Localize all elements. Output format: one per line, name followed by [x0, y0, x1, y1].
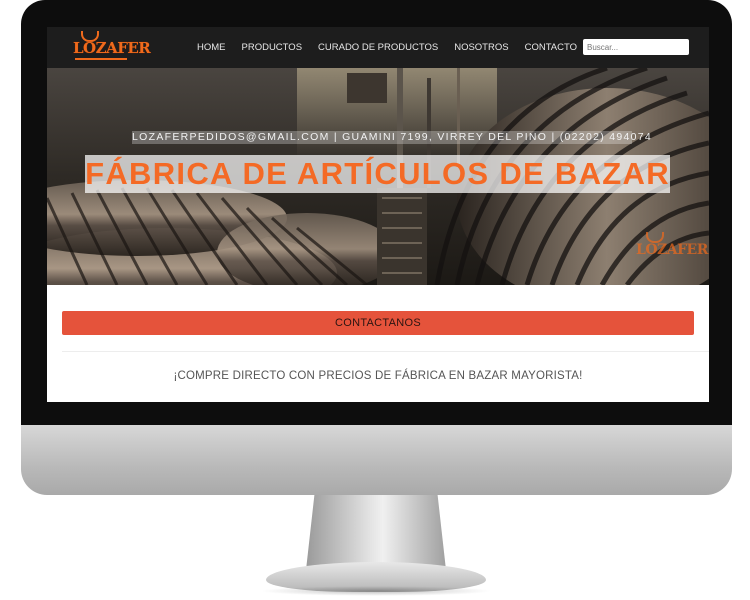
main-menu: HOME PRODUCTOS CURADO DE PRODUCTOS NOSOT… — [197, 27, 593, 68]
nav-item-nosotros[interactable]: NOSOTROS — [454, 42, 508, 53]
hero-contact-info: LOZAFERPEDIDOS@GMAIL.COM | GUAMINI 7199,… — [132, 131, 653, 144]
nav-item-productos[interactable]: PRODUCTOS — [242, 42, 303, 53]
top-navbar: LOZAFER HOME PRODUCTOS CURADO DE PRODUCT… — [47, 27, 709, 68]
section-divider — [62, 351, 709, 352]
logo-underline — [75, 58, 127, 60]
contact-button[interactable]: CONTACTANOS — [62, 311, 694, 335]
monitor-chin — [21, 425, 732, 495]
hero-banner: LOZAFERPEDIDOS@GMAIL.COM | GUAMINI 7199,… — [47, 68, 709, 285]
site-logo[interactable]: LOZAFER — [73, 31, 151, 64]
logo-text: LOZAFER — [73, 39, 151, 57]
nav-item-contacto[interactable]: CONTACTO — [525, 42, 577, 53]
nav-item-home[interactable]: HOME — [197, 42, 226, 53]
tagline: ¡COMPRE DIRECTO CON PRECIOS DE FÁBRICA E… — [173, 370, 583, 382]
website-screen: LOZAFER HOME PRODUCTOS CURADO DE PRODUCT… — [47, 27, 709, 402]
monitor-stand-shadow — [260, 586, 492, 596]
nav-item-curado-de-productos[interactable]: CURADO DE PRODUCTOS — [318, 42, 438, 53]
search-input[interactable] — [583, 39, 689, 55]
hero-title: FÁBRICA DE ARTÍCULOS DE BAZAR — [85, 155, 670, 193]
watermark-logo-text: LOZAFER — [636, 242, 708, 258]
monitor-stand-neck — [306, 495, 446, 570]
hero-watermark-logo: LOZAFER — [636, 230, 708, 268]
